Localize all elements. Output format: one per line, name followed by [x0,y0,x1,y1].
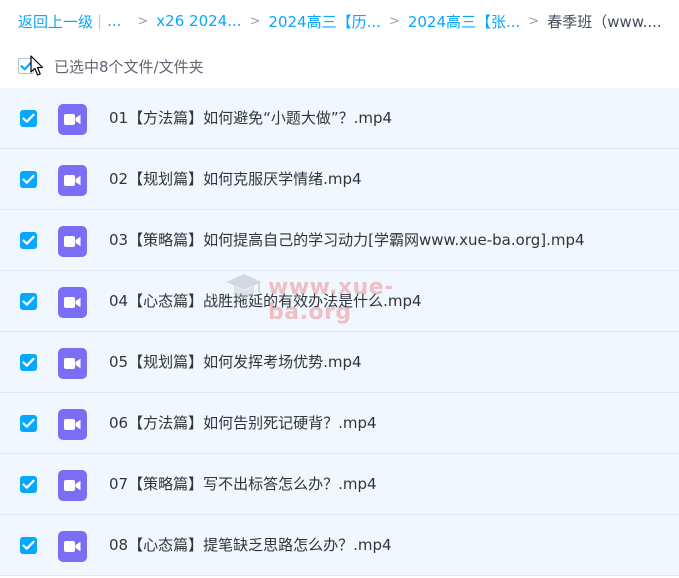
file-checkbox[interactable] [20,537,37,554]
file-name[interactable]: 04【心态篇】战胜拖延的有效办法是什么.mp4 [109,290,422,311]
breadcrumb-item[interactable]: 2024高三【历... [268,11,380,32]
file-row[interactable]: 03【策略篇】如何提高自己的学习动力[学霸网www.xue-ba.org].mp… [0,210,679,271]
file-row[interactable]: 08【心态篇】提笔缺乏思路怎么办？.mp4 [0,515,679,576]
video-file-icon [58,104,87,135]
check-icon [22,296,35,306]
file-row[interactable]: 04【心态篇】战胜拖延的有效办法是什么.mp4 [0,271,679,332]
file-checkbox[interactable] [20,171,37,188]
file-browser: 返回上一级 | ... > x26 2024... > 2024高三【历... … [0,0,679,578]
check-icon [22,479,35,489]
video-file-icon [58,165,87,196]
selection-count-label: 已选中8个文件/文件夹 [54,57,204,76]
check-icon [22,235,35,245]
check-icon [22,113,35,123]
mouse-cursor-icon [30,55,44,76]
breadcrumb-item[interactable]: x26 2024... [156,12,241,30]
file-name[interactable]: 05【规划篇】如何发挥考场优势.mp4 [109,351,362,372]
chevron-right-icon: > [249,13,261,29]
selection-summary: 已选中8个文件/文件夹 [18,53,204,79]
file-list: 01【方法篇】如何避免“小题大做”？.mp4 02【规划篇】如何克服厌学情绪.m… [0,88,679,578]
check-icon [22,418,35,428]
file-row[interactable]: 07【策略篇】写不出标答怎么办？.mp4 [0,454,679,515]
file-checkbox[interactable] [20,232,37,249]
file-checkbox[interactable] [20,415,37,432]
breadcrumb-ellipsis[interactable]: ... [107,12,121,30]
file-checkbox[interactable] [20,354,37,371]
video-file-icon [58,470,87,501]
video-file-icon [58,348,87,379]
breadcrumb: 返回上一级 | ... > x26 2024... > 2024高三【历... … [18,10,679,32]
file-name[interactable]: 01【方法篇】如何避免“小题大做”？.mp4 [109,107,392,128]
breadcrumb-divider: | [97,12,103,30]
chevron-right-icon: > [388,13,400,29]
file-row[interactable]: 01【方法篇】如何避免“小题大做”？.mp4 [0,88,679,149]
video-file-icon [58,226,87,257]
file-name[interactable]: 06【方法篇】如何告别死记硬背？.mp4 [109,412,377,433]
check-icon [22,357,35,367]
file-name[interactable]: 02【规划篇】如何克服厌学情绪.mp4 [109,168,362,189]
file-row[interactable]: 02【规划篇】如何克服厌学情绪.mp4 [0,149,679,210]
chevron-right-icon: > [528,13,540,29]
file-checkbox[interactable] [20,476,37,493]
file-checkbox[interactable] [20,110,37,127]
back-link[interactable]: 返回上一级 [18,11,93,32]
file-checkbox[interactable] [20,293,37,310]
breadcrumb-item[interactable]: 2024高三【张... [408,11,520,32]
file-name[interactable]: 03【策略篇】如何提高自己的学习动力[学霸网www.xue-ba.org].mp… [109,229,585,250]
file-name[interactable]: 07【策略篇】写不出标答怎么办？.mp4 [109,473,377,494]
video-file-icon [58,531,87,562]
video-file-icon [58,409,87,440]
check-icon [22,174,35,184]
chevron-right-icon: > [137,13,149,29]
video-file-icon [58,287,87,318]
check-icon [22,540,35,550]
file-name[interactable]: 08【心态篇】提笔缺乏思路怎么办？.mp4 [109,534,392,555]
file-row[interactable]: 05【规划篇】如何发挥考场优势.mp4 [0,332,679,393]
breadcrumb-current: 春季班（www.... [547,12,662,31]
file-row[interactable]: 06【方法篇】如何告别死记硬背？.mp4 [0,393,679,454]
